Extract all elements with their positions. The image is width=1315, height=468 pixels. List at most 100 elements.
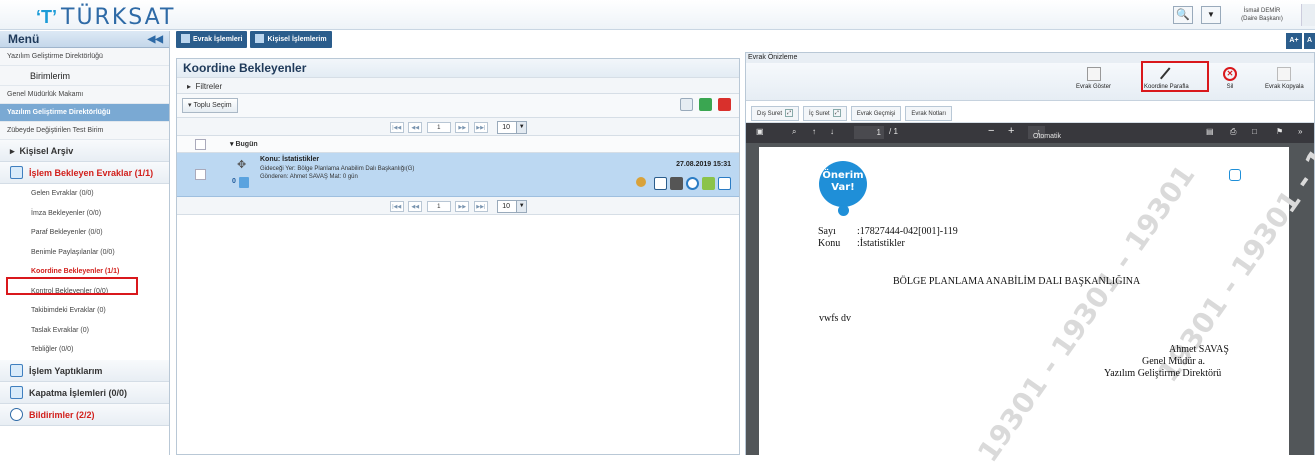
font-increase-button[interactable]: A+	[1286, 33, 1302, 49]
sidebar-kisisel-arsiv[interactable]: ▸ Kişisel Arşiv	[0, 140, 169, 162]
excel-export-icon[interactable]	[699, 98, 712, 111]
toplu-secim-button[interactable]: ▾ Toplu Seçim	[182, 98, 238, 113]
lock-icon[interactable]	[636, 177, 646, 187]
scrollbar[interactable]	[1301, 4, 1315, 26]
sidebar-item-imza[interactable]: İmza Bekleyenler (0/0)	[0, 204, 169, 224]
tab-label: Kişisel İşlemlerim	[267, 36, 327, 43]
prev-page-button[interactable]: ◀◀	[408, 201, 423, 212]
pdf-page-input[interactable]: 1	[854, 126, 884, 139]
user-name: İsmail DEMİR	[1243, 8, 1281, 14]
search-icon[interactable]: 🔍	[1173, 6, 1193, 24]
check-icon[interactable]	[702, 177, 715, 190]
documents-icon	[181, 33, 190, 43]
font-decrease-button[interactable]: A	[1304, 33, 1315, 49]
corner-logo	[1229, 169, 1241, 181]
tab-evrak-notlari[interactable]: Evrak Notları	[905, 106, 953, 121]
next-page-icon[interactable]: ↓	[830, 127, 834, 136]
first-page-button[interactable]: |◀◀	[389, 201, 404, 212]
document-list-panel: Koordine Bekleyenler ▸ Filtreler ▾ Toplu…	[176, 58, 740, 455]
page-number-input[interactable]: 1	[426, 122, 451, 133]
zoom-in-icon[interactable]: +	[1008, 125, 1014, 137]
filters-toggle[interactable]: ▸ Filtreler	[177, 77, 739, 94]
sidebar-item-takip[interactable]: Takibimdeki Evraklar (0)	[0, 301, 169, 321]
select-all-checkbox[interactable]	[195, 138, 206, 150]
tab-ic-suret[interactable]: İç Suret ⤢	[803, 106, 847, 121]
group-header-today[interactable]: ▾ Bugün	[177, 136, 739, 153]
user-dropdown-chevron-icon[interactable]: ▼	[1201, 6, 1221, 24]
pagination-bottom: |◀◀ ◀◀ 1 ▶▶ ▶▶| 10 ▼	[177, 197, 739, 215]
sidebar-unit-selected[interactable]: Yazılım Geliştirme Direktörlüğü	[0, 104, 169, 122]
menu-header: Menü ◀◀	[0, 31, 169, 48]
evrak-kopyala-button[interactable]: Evrak Kopyala	[1265, 67, 1304, 90]
kapatma-label: Kapatma İşlemleri (0/0)	[29, 387, 128, 398]
view-document-icon	[1086, 67, 1101, 81]
sidebar-group-birimlerim[interactable]: Birimlerim	[0, 66, 169, 86]
sidebar-kapatma[interactable]: Kapatma İşlemleri (0/0)	[0, 381, 169, 404]
highlight-box-parafla	[1141, 61, 1209, 92]
sil-button[interactable]: ✕ Sil	[1223, 67, 1237, 90]
previous-page-icon[interactable]: ↑	[812, 127, 816, 136]
info-icon[interactable]	[686, 177, 699, 190]
sidebar-islem-yaptiklarim[interactable]: İşlem Yaptıklarım	[0, 359, 169, 382]
sidebar-toggle-icon[interactable]: ▣	[756, 127, 764, 136]
page-number-input[interactable]: 1	[426, 201, 451, 212]
tools-icon[interactable]: »	[1298, 127, 1302, 136]
forward-icon[interactable]	[654, 177, 667, 190]
sidebar-item-tebligler[interactable]: Tebliğler (0/0)	[0, 340, 169, 360]
sidebar-item-taslak[interactable]: Taslak Evraklar (0)	[0, 321, 169, 341]
row-sender: Gönderen: Ahmet SAVAŞ Mat: 0 gün	[260, 174, 358, 180]
next-page-button[interactable]: ▶▶	[455, 201, 470, 212]
award-icon[interactable]	[670, 177, 683, 190]
sidebar-item-gelen[interactable]: Gelen Evraklar (0/0)	[0, 184, 169, 204]
save-icon[interactable]: □	[1252, 127, 1257, 136]
evrak-goster-button[interactable]: Evrak Göster	[1076, 67, 1111, 90]
user-info[interactable]: İsmail DEMİR (Daire Başkanı)	[1227, 7, 1297, 23]
sidebar-unit-genel-mudurluk[interactable]: Genel Müdürlük Makamı	[0, 86, 169, 104]
print-icon[interactable]: ⎙	[1230, 127, 1236, 137]
pdf-viewport[interactable]: 19301 - 19301 - 19301 19301 - 19301 - 19…	[746, 79, 1315, 468]
first-page-button[interactable]: |◀◀	[389, 122, 404, 133]
move-icon[interactable]: ✥	[237, 158, 246, 171]
sidebar-unit-yazilim[interactable]: Yazılım Geliştirme Direktörlüğü	[0, 48, 169, 66]
tab-evrak-islemleri[interactable]: Evrak İşlemleri	[176, 31, 248, 48]
prev-page-button[interactable]: ◀◀	[408, 122, 423, 133]
watermark: 19301 - 19301 - 19301	[971, 158, 1202, 468]
tab-kisisel-islemlerim[interactable]: Kişisel İşlemlerim	[250, 31, 332, 48]
list-toolbar: ▾ Toplu Seçim	[177, 94, 739, 118]
sidebar-islem-bekleyen[interactable]: İşlem Bekleyen Evraklar (1/1)	[0, 162, 169, 184]
page-size-select[interactable]: 10 ▼	[497, 200, 528, 213]
top-bar: ‘T’ TÜRKSAT 🔍 ▼ İsmail DEMİR (Daire Başk…	[0, 0, 1315, 30]
zoom-out-icon[interactable]: −	[988, 125, 994, 137]
turksat-logo-icon: ‘T’	[36, 7, 57, 27]
table-row[interactable]: ✥ 0 Konu: İstatistikler Gideceği Yer: Bö…	[177, 153, 739, 197]
next-page-button[interactable]: ▶▶	[455, 122, 470, 133]
row-date: 27.08.2019 15:31	[676, 161, 731, 168]
edit-icon[interactable]	[718, 177, 731, 190]
pen-icon[interactable]	[680, 98, 693, 111]
sidebar-unit-test-birim[interactable]: Zübeyde Değiştirilen Test Birim	[0, 122, 169, 140]
documents-icon	[10, 166, 23, 180]
zoom-select[interactable]: Otomatik yakınlaştır ↕	[1028, 126, 1065, 153]
bildirimler-label: Bildirimler (2/2)	[29, 409, 95, 420]
expand-icon[interactable]: ⤢	[785, 109, 794, 118]
bookmark-icon[interactable]: ⚑	[1276, 127, 1283, 136]
tab-dis-suret[interactable]: Dış Suret ⤢	[751, 106, 800, 121]
last-page-button[interactable]: ▶▶|	[473, 201, 488, 212]
pdf-export-icon[interactable]	[718, 98, 731, 111]
expand-icon[interactable]: ⤢	[832, 109, 841, 118]
page-size-select[interactable]: 10 ▼	[497, 121, 528, 134]
tab-evrak-gecmisi[interactable]: Evrak Geçmişi	[850, 106, 902, 121]
preview-panel: Evrak Önizleme Evrak Göster Koordine Par…	[745, 52, 1315, 468]
chevron-down-icon: ▼	[516, 122, 527, 133]
sidebar-item-paylasilan[interactable]: Benimle Paylaşılanlar (0/0)	[0, 243, 169, 263]
last-page-button[interactable]: ▶▶|	[473, 122, 488, 133]
sidebar-item-paraf[interactable]: Paraf Bekleyenler (0/0)	[0, 223, 169, 243]
expand-arrow-icon: ▸	[10, 146, 15, 156]
find-icon[interactable]: ⌕	[792, 127, 796, 137]
presentation-icon[interactable]: ▤	[1206, 127, 1214, 136]
collapse-menu-icon[interactable]: ◀◀	[148, 31, 163, 48]
tab-label: Evrak İşlemleri	[193, 36, 243, 43]
tab-label: İç Suret	[809, 111, 830, 117]
sidebar-bildirimler[interactable]: Bildirimler (2/2)	[0, 403, 169, 426]
row-checkbox[interactable]	[195, 169, 206, 180]
